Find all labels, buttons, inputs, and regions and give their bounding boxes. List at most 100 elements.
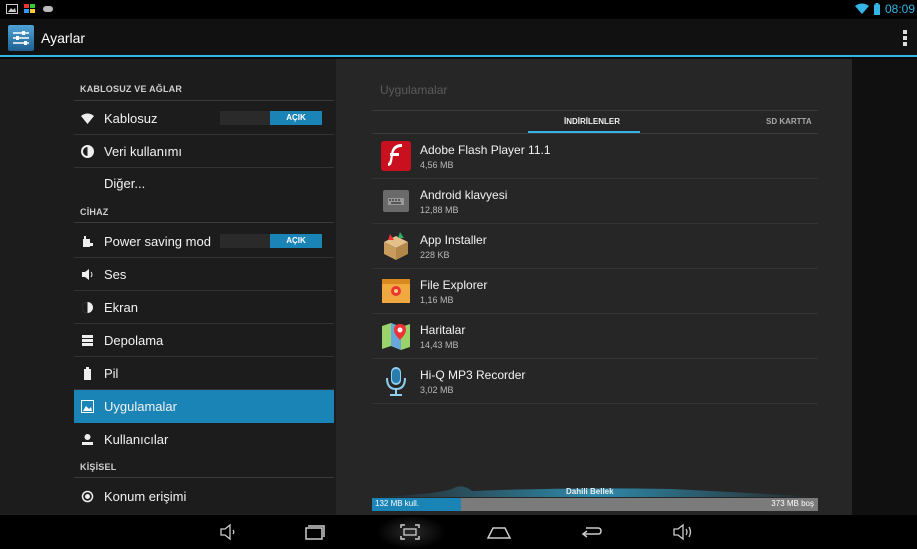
notification-icons — [6, 3, 54, 15]
page-title: Ayarlar — [41, 30, 86, 46]
battery-icon — [84, 367, 91, 380]
app-size: 1,16 MB — [420, 295, 454, 305]
recent-apps-icon — [305, 525, 325, 540]
wifi-toggle[interactable]: AÇIK — [220, 111, 322, 125]
sidebar-item-users[interactable]: Kullanıcılar — [74, 423, 334, 455]
user-icon — [82, 434, 93, 445]
screenshot-icon — [400, 524, 420, 540]
settings-content: KABLOSUZ VE AĞLAR Kablosuz AÇIK Veri kul… — [0, 59, 917, 515]
storage-icon — [82, 335, 93, 346]
action-bar: Ayarlar — [0, 19, 917, 57]
app-list-item[interactable]: Haritalar 14,43 MB — [372, 314, 818, 359]
section-divider — [74, 100, 334, 101]
volume-up-icon — [673, 523, 692, 541]
power-saving-toggle[interactable]: AÇIK — [220, 234, 322, 248]
back-icon — [581, 527, 602, 538]
apps-panel: Uygulamalar İNDİRİLENLER SD KARTTA Adobe… — [336, 59, 852, 515]
sidebar-item-label: Pil — [104, 366, 119, 381]
app-name: Haritalar — [420, 323, 466, 337]
panel-title: Uygulamalar — [380, 83, 448, 97]
battery-icon — [873, 3, 880, 15]
section-divider — [74, 477, 334, 478]
app-size: 4,56 MB — [420, 160, 454, 170]
app-size: 14,43 MB — [420, 340, 459, 350]
volume-down-button[interactable] — [212, 519, 242, 545]
sidebar-item-storage[interactable]: Depolama — [74, 324, 334, 357]
app-list-item[interactable]: App Installer 228 KB — [372, 224, 818, 269]
app-size: 228 KB — [420, 250, 450, 260]
storage-bar: 132 MB kull. 373 MB boş — [372, 498, 818, 511]
back-button[interactable] — [576, 519, 606, 545]
apps-notification-icon — [24, 4, 35, 13]
app-name: App Installer — [420, 233, 487, 247]
brightness-icon — [82, 302, 93, 313]
storage-label: Dahili Bellek — [566, 487, 614, 496]
wifi-icon — [854, 3, 869, 14]
sidebar-item-label: Uygulamalar — [104, 399, 177, 414]
volume-down-icon — [220, 523, 235, 541]
app-name: File Explorer — [420, 278, 488, 292]
navigation-bar — [0, 515, 917, 549]
sidebar-item-display[interactable]: Ekran — [74, 291, 334, 324]
power-plug-icon — [83, 236, 93, 247]
speaker-icon — [82, 269, 93, 280]
section-header-wireless: KABLOSUZ VE AĞLAR — [80, 84, 183, 94]
screenshot-button[interactable] — [395, 519, 425, 545]
gamepad-notification-icon — [43, 6, 53, 12]
sidebar-item-label: Konum erişimi — [104, 489, 187, 504]
app-name: Hi-Q MP3 Recorder — [420, 368, 526, 382]
tab-downloaded[interactable]: İNDİRİLENLER — [564, 117, 620, 126]
app-name: Android klavyesi — [420, 188, 508, 202]
map-icon — [382, 323, 410, 350]
sidebar-item-label: Ekran — [104, 300, 138, 315]
settings-app-icon[interactable] — [8, 25, 34, 51]
app-list-item[interactable]: Adobe Flash Player 11.1 4,56 MB — [372, 134, 818, 179]
sidebar-item-label: Power saving mod — [104, 234, 211, 249]
keyboard-icon — [383, 190, 409, 212]
app-size: 12,88 MB — [420, 205, 459, 215]
sidebar-item-label: Ses — [104, 267, 127, 282]
apps-image-icon — [81, 400, 94, 413]
image-notification-icon — [6, 4, 18, 14]
location-icon — [81, 490, 94, 503]
section-header-device: CİHAZ — [80, 207, 109, 217]
sidebar-item-wifi[interactable]: Kablosuz AÇIK — [74, 102, 334, 135]
app-list-item[interactable]: Hi-Q MP3 Recorder 3,02 MB — [372, 359, 818, 404]
sidebar-item-more[interactable]: Diğer... — [74, 168, 334, 199]
sidebar-item-label: Veri kullanımı — [104, 144, 183, 159]
app-list-item[interactable]: Android klavyesi 12,88 MB — [372, 179, 818, 224]
divider — [372, 110, 818, 111]
storage-used-text: 132 MB kull. — [375, 499, 420, 508]
volume-up-button[interactable] — [668, 519, 698, 545]
data-usage-icon — [81, 145, 94, 158]
overflow-menu-icon[interactable] — [903, 30, 907, 46]
home-icon — [486, 527, 512, 539]
app-size: 3,02 MB — [420, 385, 454, 395]
sidebar-item-label: Diğer... — [104, 176, 146, 191]
settings-sidebar: KABLOSUZ VE AĞLAR Kablosuz AÇIK Veri kul… — [0, 59, 336, 515]
sidebar-item-sound[interactable]: Ses — [74, 258, 334, 291]
sidebar-item-label: Depolama — [104, 333, 164, 348]
sidebar-item-apps[interactable]: Uygulamalar — [74, 390, 334, 423]
sidebar-item-label: Kullanıcılar — [104, 432, 169, 447]
app-name: Adobe Flash Player 11.1 — [420, 143, 551, 157]
flash-icon — [381, 141, 411, 171]
sidebar-item-label: Kablosuz — [104, 111, 158, 126]
toggle-on-label: AÇIK — [270, 234, 322, 248]
folder-icon — [382, 279, 410, 303]
toggle-on-label: AÇIK — [270, 111, 322, 125]
home-button[interactable] — [484, 519, 514, 545]
sidebar-item-power-saving[interactable]: Power saving mod AÇIK — [74, 225, 334, 258]
section-header-personal: KİŞİSEL — [80, 462, 117, 472]
wifi-icon — [81, 113, 94, 124]
sidebar-item-location[interactable]: Konum erişimi — [74, 480, 334, 513]
sidebar-item-battery[interactable]: Pil — [74, 357, 334, 390]
sidebar-item-data-usage[interactable]: Veri kullanımı — [74, 135, 334, 168]
app-list-item[interactable]: File Explorer 1,16 MB — [372, 269, 818, 314]
installer-icon — [384, 232, 408, 260]
tab-sd-card[interactable]: SD KARTTA — [766, 117, 812, 126]
recent-apps-button[interactable] — [300, 519, 330, 545]
microphone-icon — [386, 367, 406, 396]
storage-free-text: 373 MB boş — [771, 499, 814, 508]
clock: 08:09 — [884, 2, 915, 16]
